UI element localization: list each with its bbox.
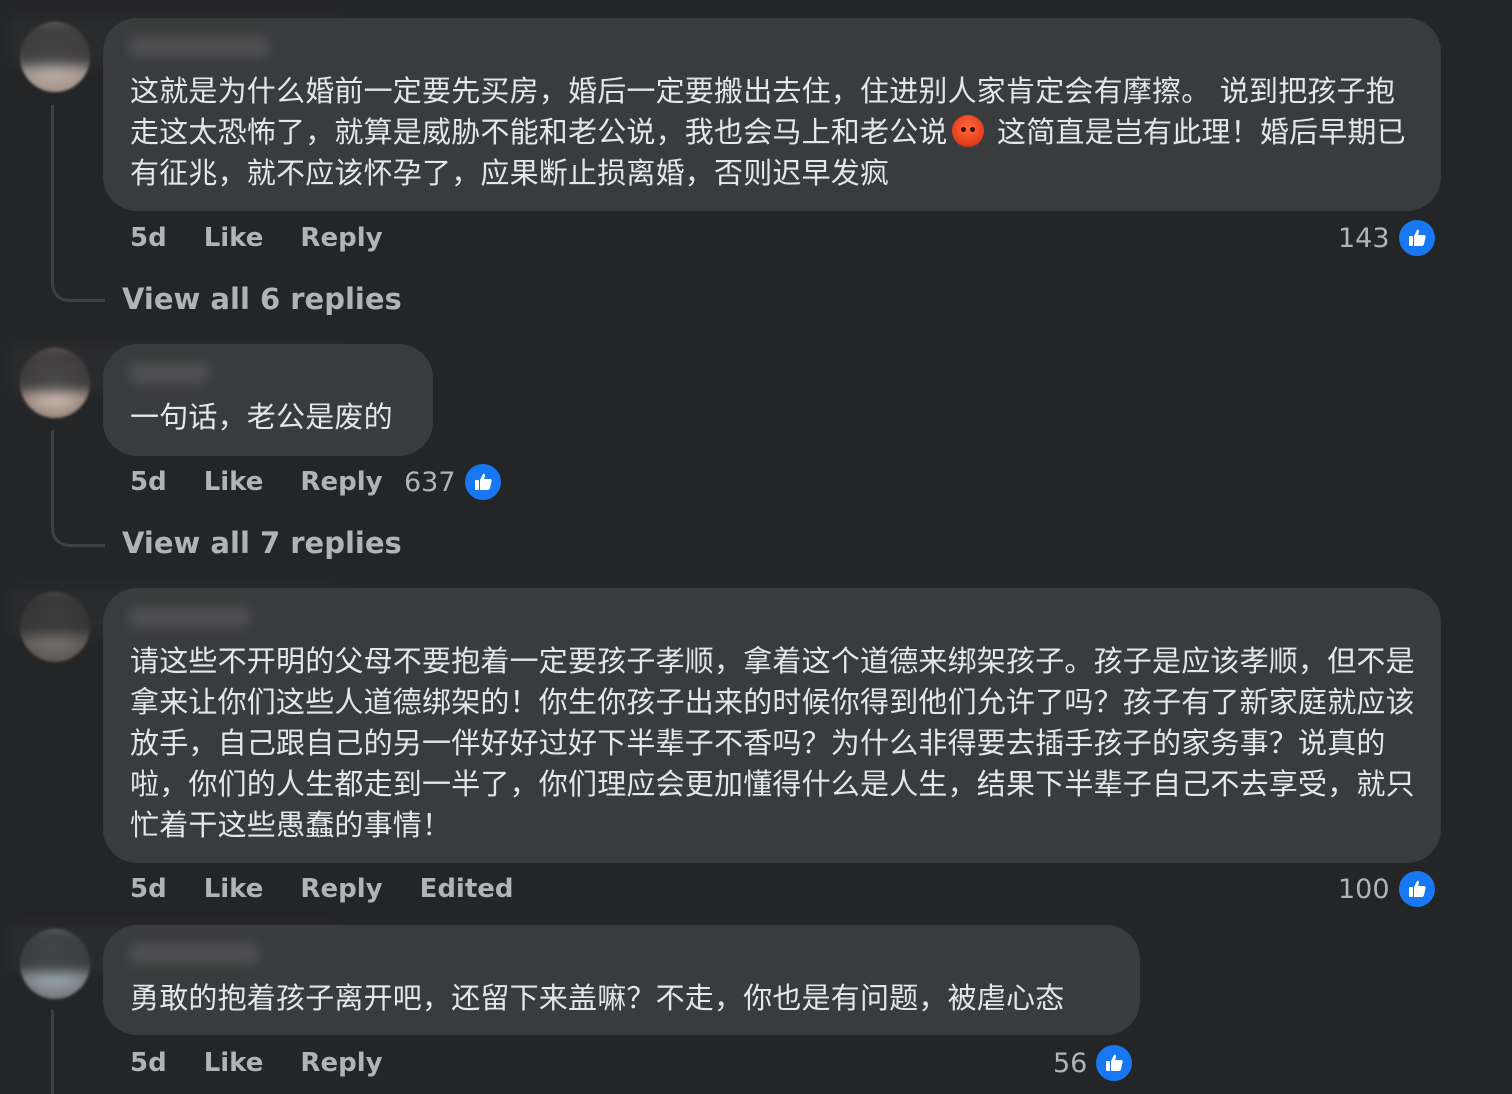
comment-text: 请这些不开明的父母不要抱着一定要孩子孝顺，拿着这个道德来绑架孩子。孩子是应该孝顺… [130, 644, 1415, 842]
thumbs-up-icon [1093, 1042, 1136, 1084]
reaction-count[interactable]: 143 [1338, 217, 1438, 259]
reaction-count[interactable]: 637 [404, 461, 504, 503]
like-button[interactable]: Like [204, 467, 264, 497]
thread-connector [51, 260, 105, 302]
angry-face-icon [951, 115, 984, 147]
timestamp[interactable]: 5d [130, 223, 167, 253]
thumbs-up-icon [1395, 868, 1438, 910]
thumbs-up-icon [461, 461, 504, 503]
comment-text: 这就是为什么婚前一定要先买房，婚后一定要搬出去住，住进别人家肯定会有摩擦。 说到… [130, 71, 1415, 194]
comment-actions: 5d Like Reply [130, 1043, 383, 1083]
reaction-count[interactable]: 100 [1338, 868, 1438, 910]
like-count: 56 [1053, 1047, 1088, 1079]
reply-button[interactable]: Reply [300, 223, 382, 253]
like-count: 637 [404, 466, 456, 498]
comment-text: 勇敢的抱着孩子离开吧，还留下来盖嘛？不走，你也是有问题，被虐心态 [130, 981, 1065, 1015]
like-button[interactable]: Like [204, 874, 264, 904]
comment-text: 一句话，老公是废的 [130, 400, 393, 434]
edited-label: Edited [419, 874, 514, 904]
like-count: 143 [1338, 222, 1390, 254]
thumbs-up-icon [1395, 217, 1438, 259]
comment-actions: 5d Like Reply [130, 462, 383, 502]
author-name[interactable] [129, 943, 259, 965]
thread-line [51, 430, 54, 510]
comment-actions: 5d Like Reply Edited [130, 869, 514, 909]
view-replies-link[interactable]: View all 7 replies [122, 526, 402, 560]
timestamp[interactable]: 5d [130, 1048, 167, 1078]
timestamp[interactable]: 5d [130, 467, 167, 497]
thread-line [51, 105, 54, 265]
comment-actions: 5d Like Reply [130, 218, 383, 258]
author-name[interactable] [129, 36, 269, 58]
comment-bubble: 一句话，老公是废的 [103, 344, 433, 456]
author-name[interactable] [129, 606, 249, 628]
timestamp[interactable]: 5d [130, 874, 167, 904]
reaction-count[interactable]: 56 [1053, 1042, 1136, 1084]
thread-line [51, 1010, 54, 1094]
author-name[interactable] [129, 362, 209, 384]
like-count: 100 [1338, 873, 1390, 905]
thread-connector [51, 505, 105, 547]
reply-button[interactable]: Reply [300, 467, 382, 497]
reply-button[interactable]: Reply [300, 874, 382, 904]
comment-bubble: 请这些不开明的父母不要抱着一定要孩子孝顺，拿着这个道德来绑架孩子。孩子是应该孝顺… [103, 588, 1441, 863]
like-button[interactable]: Like [204, 223, 264, 253]
comment-bubble: 勇敢的抱着孩子离开吧，还留下来盖嘛？不走，你也是有问题，被虐心态 [103, 925, 1140, 1035]
view-replies-link[interactable]: View all 6 replies [122, 282, 402, 316]
like-button[interactable]: Like [204, 1048, 264, 1078]
comment-bubble: 这就是为什么婚前一定要先买房，婚后一定要搬出去住，住进别人家肯定会有摩擦。 说到… [103, 18, 1441, 211]
reply-button[interactable]: Reply [300, 1048, 382, 1078]
